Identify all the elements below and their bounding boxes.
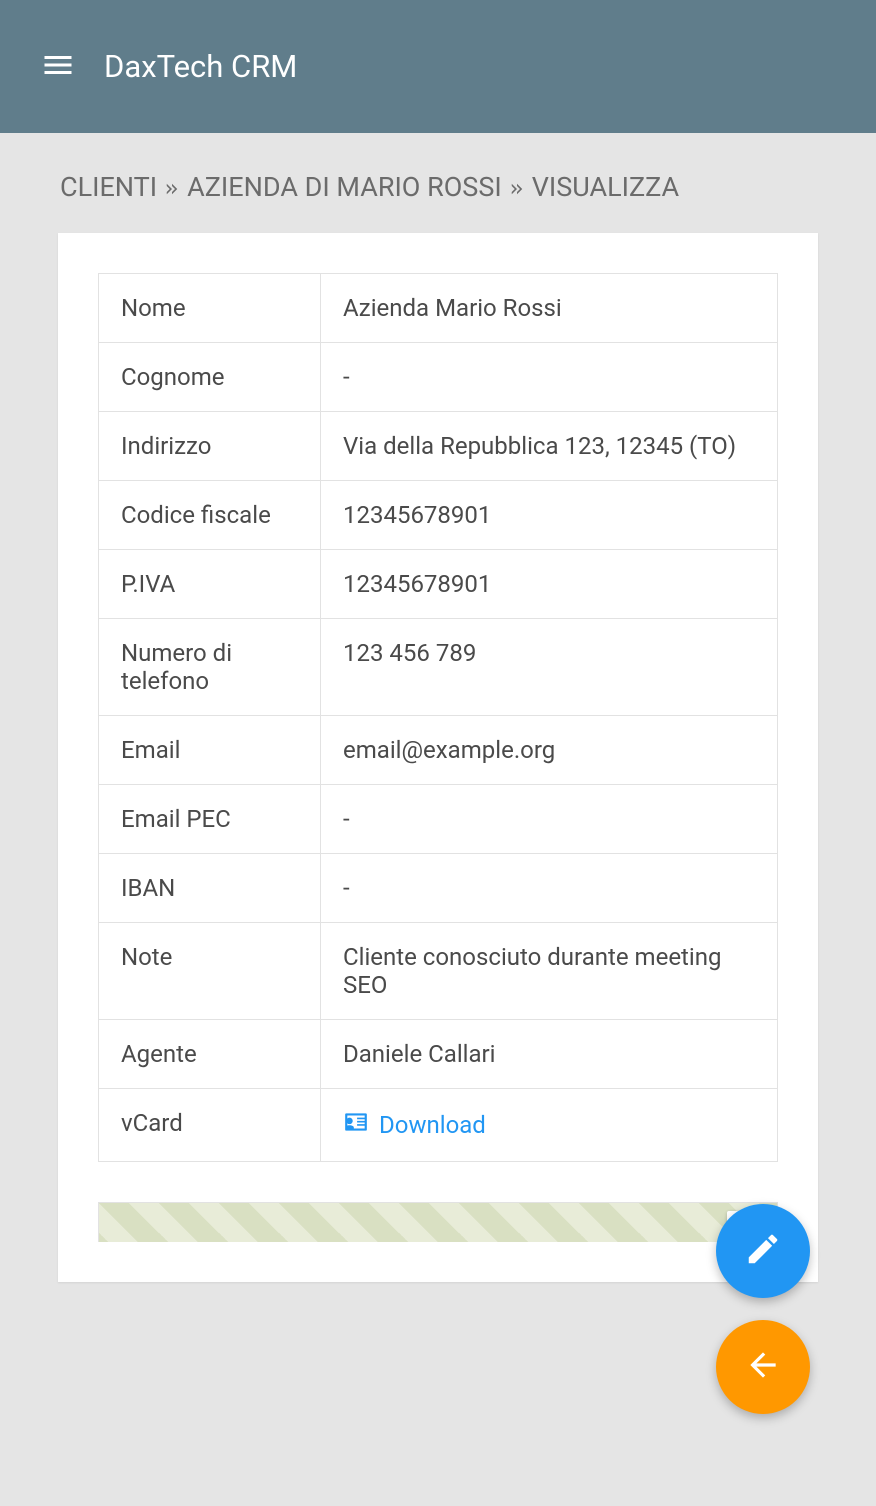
row-label: Note [99,923,321,1020]
table-row: Indirizzo Via della Repubblica 123, 1234… [99,412,778,481]
row-value: - [321,785,778,854]
row-value: Via della Repubblica 123, 12345 (TO) [321,412,778,481]
table-row: IBAN - [99,854,778,923]
table-row: Nome Azienda Mario Rossi [99,274,778,343]
row-value: Azienda Mario Rossi [321,274,778,343]
menu-icon[interactable] [40,47,76,87]
breadcrumb: CLIENTI AZIENDA DI MARIO ROSSI VISUALIZZ… [0,133,876,233]
row-label: Codice fiscale [99,481,321,550]
details-card: Nome Azienda Mario Rossi Cognome - Indir… [58,233,818,1282]
breadcrumb-item-clienti[interactable]: CLIENTI [60,171,157,203]
row-label: Numero di telefono [99,619,321,716]
row-label: Indirizzo [99,412,321,481]
row-value: Cliente conosciuto durante meeting SEO [321,923,778,1020]
vcard-icon [343,1109,369,1141]
row-label: P.IVA [99,550,321,619]
back-fab-button[interactable] [716,1320,810,1414]
pencil-icon [744,1230,782,1272]
app-title: DaxTech CRM [104,48,297,85]
row-label: Cognome [99,343,321,412]
vcard-download-text: Download [379,1111,486,1139]
row-label: Nome [99,274,321,343]
row-value: - [321,343,778,412]
details-table: Nome Azienda Mario Rossi Cognome - Indir… [98,273,778,1162]
table-row: P.IVA 12345678901 [99,550,778,619]
edit-fab-button[interactable] [716,1204,810,1298]
table-row: Email PEC - [99,785,778,854]
breadcrumb-item-visualizza: VISUALIZZA [532,171,679,203]
vcard-download-link[interactable]: Download [343,1109,486,1141]
app-header: DaxTech CRM [0,0,876,133]
table-row: Codice fiscale 12345678901 [99,481,778,550]
row-value: email@example.org [321,716,778,785]
row-label: Email [99,716,321,785]
row-label: IBAN [99,854,321,923]
chevron-double-right-icon [163,171,181,203]
row-label: Email PEC [99,785,321,854]
row-value: Daniele Callari [321,1020,778,1089]
table-row: Note Cliente conosciuto durante meeting … [99,923,778,1020]
row-value: 12345678901 [321,550,778,619]
row-value: 12345678901 [321,481,778,550]
row-label: Agente [99,1020,321,1089]
map-area[interactable] [98,1202,778,1242]
row-value: - [321,854,778,923]
row-label: vCard [99,1089,321,1162]
breadcrumb-item-azienda[interactable]: AZIENDA DI MARIO ROSSI [187,171,502,203]
arrow-left-icon [744,1346,782,1388]
table-row: Agente Daniele Callari [99,1020,778,1089]
chevron-double-right-icon [508,171,526,203]
table-row-vcard: vCard Download [99,1089,778,1162]
table-row: Cognome - [99,343,778,412]
row-value-vcard: Download [321,1089,778,1162]
row-value: 123 456 789 [321,619,778,716]
table-row: Numero di telefono 123 456 789 [99,619,778,716]
table-row: Email email@example.org [99,716,778,785]
